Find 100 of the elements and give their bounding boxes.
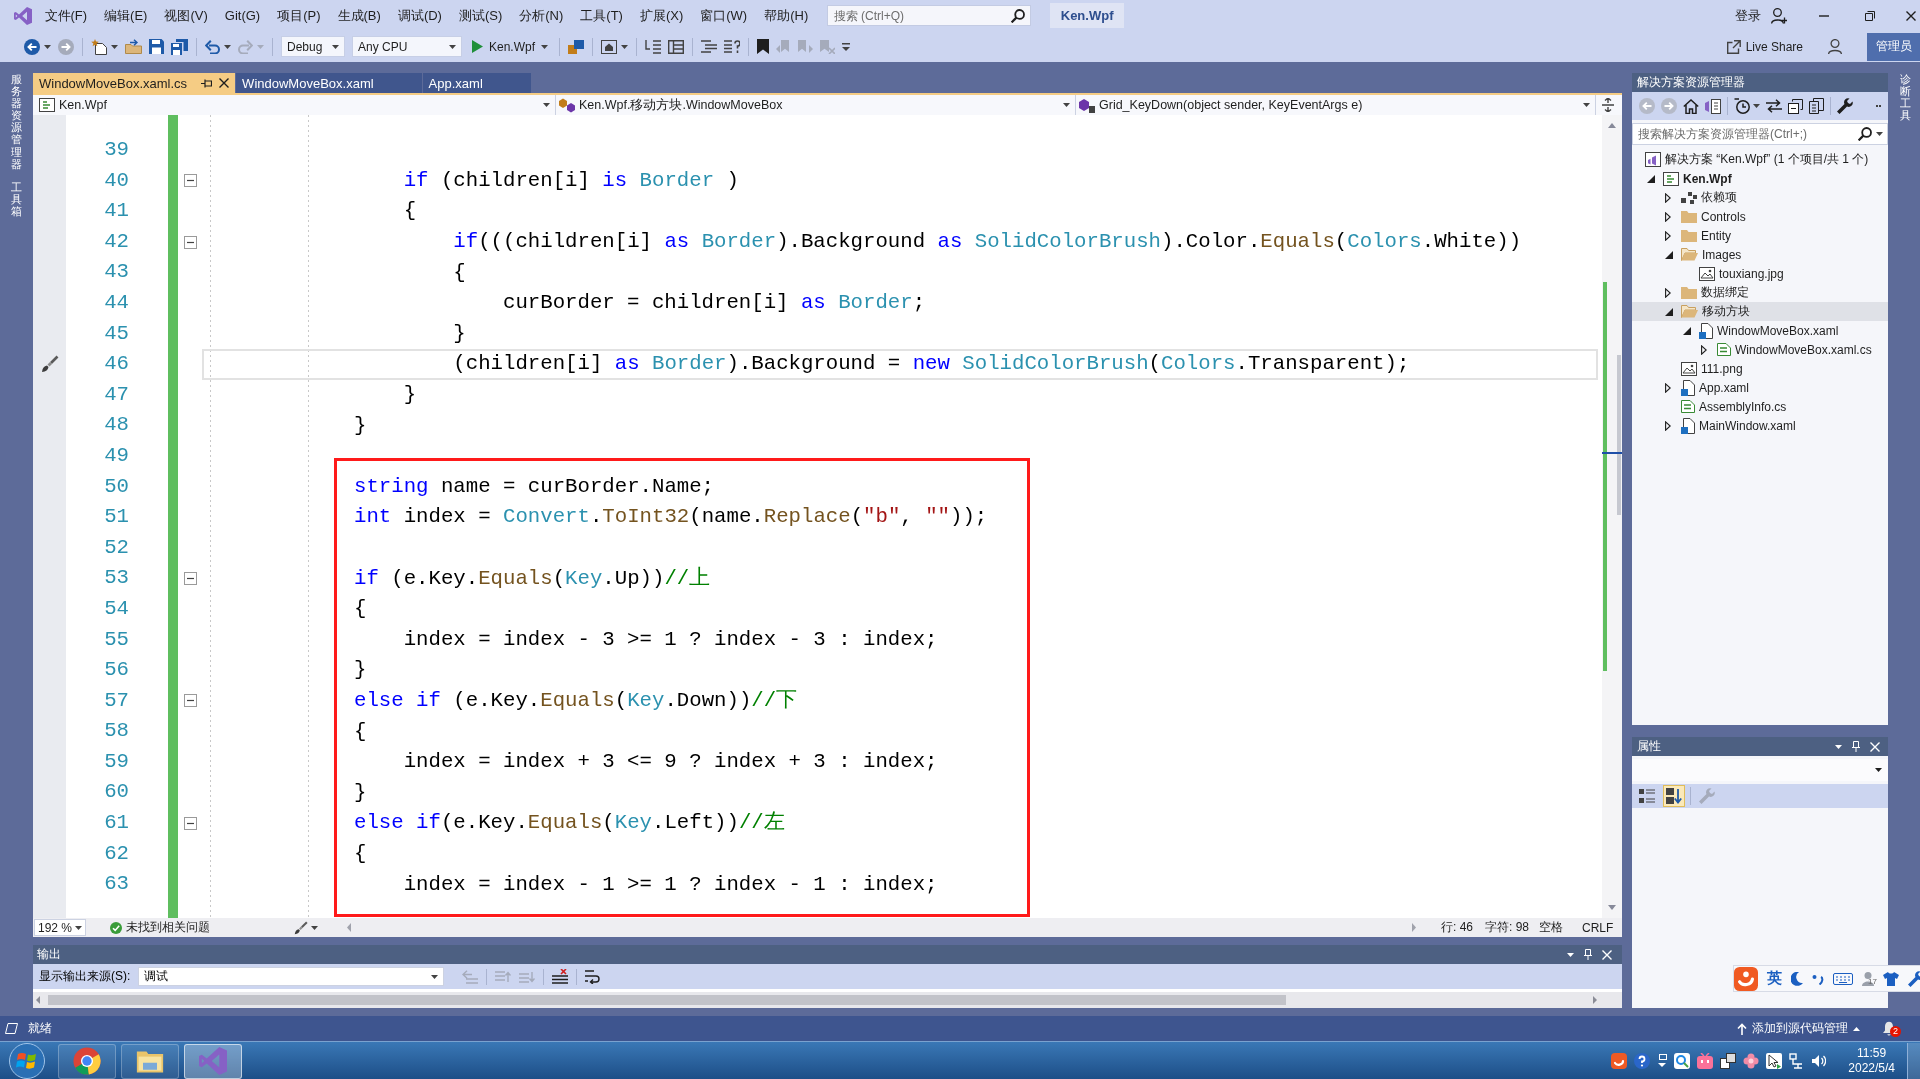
minus-box-icon[interactable] (183, 572, 197, 586)
taskbar-button[interactable] (58, 1043, 116, 1079)
clock-time[interactable]: 11:59 (1857, 1046, 1887, 1061)
floppy-disks-icon[interactable] (171, 38, 188, 55)
taskbar-button[interactable] (184, 1043, 242, 1079)
hollow-triangle-icon[interactable] (1665, 230, 1671, 241)
tree-item[interactable]: MainWindow.xaml (1632, 416, 1888, 435)
menu-item[interactable]: 扩展(X) (631, 2, 692, 29)
search-field[interactable]: 搜索解决方案资源管理器(Ctrl+;) (1632, 123, 1888, 145)
moon-icon[interactable] (1791, 971, 1803, 986)
punctuation-icon[interactable] (1812, 972, 1824, 985)
taskbar-button[interactable] (121, 1043, 179, 1079)
close-icon[interactable] (1906, 10, 1916, 21)
documents-icon[interactable] (1809, 98, 1824, 114)
tree-item[interactable]: App.xaml (1632, 378, 1888, 397)
live-share-button[interactable]: Live Share (1726, 39, 1803, 54)
menu-item[interactable]: 生成(B) (329, 2, 390, 29)
platform-dropdown[interactable]: Any CPU (352, 36, 462, 57)
person-plus-icon[interactable] (1771, 7, 1787, 24)
indent-lines-icon[interactable] (645, 39, 662, 54)
start-orb-icon[interactable] (9, 1043, 45, 1079)
caret-icon[interactable] (111, 44, 118, 49)
pin-icon[interactable] (201, 78, 213, 88)
clock-date[interactable]: 2022/5/4 (1848, 1061, 1895, 1076)
split-arrows-icon[interactable] (1602, 98, 1614, 112)
search-icon[interactable] (1010, 9, 1025, 23)
check-circle-icon[interactable] (110, 921, 122, 934)
two-arrows-icon[interactable] (1766, 99, 1782, 113)
filled-triangle-icon[interactable] (1683, 326, 1691, 335)
minus-box-icon[interactable] (183, 816, 197, 830)
restore-icon[interactable] (1865, 10, 1875, 21)
tree-item[interactable]: 数据绑定 (1632, 283, 1888, 302)
shirt-icon[interactable] (1883, 971, 1899, 986)
paintbrush-icon[interactable] (294, 920, 308, 935)
tree-item[interactable]: 移动方块 (1632, 302, 1888, 321)
menu-item[interactable]: 帮助(H) (755, 2, 817, 29)
filled-triangle-icon[interactable] (1665, 250, 1673, 259)
caret-icon[interactable] (1835, 744, 1842, 749)
side-tab[interactable]: 工具箱 (11, 180, 22, 218)
document-tab[interactable]: App.xaml (422, 73, 531, 93)
window-caret-icon[interactable] (1657, 1054, 1668, 1068)
sort-button[interactable] (1663, 785, 1685, 807)
side-tab[interactable]: 服务器资源管理器 (11, 73, 22, 170)
input-mode[interactable]: 英 (1767, 969, 1782, 988)
menu-item[interactable]: 窗口(W) (691, 2, 756, 29)
stacked-windows-icon[interactable] (1788, 98, 1803, 114)
side-tab[interactable]: 诊断工具 (1899, 73, 1911, 122)
hollow-triangle-icon[interactable] (1665, 211, 1671, 222)
bookmark-icon[interactable] (757, 39, 770, 54)
stacked-squares-icon[interactable] (568, 39, 585, 54)
menu-item[interactable]: 分析(N) (510, 2, 572, 29)
caret-icon[interactable] (621, 44, 629, 49)
horizontal-scrollbar[interactable] (33, 992, 1622, 1008)
menu-item[interactable]: Git(G) (216, 4, 269, 27)
tv-tile-icon[interactable] (1697, 1053, 1714, 1069)
caret-icon[interactable] (311, 925, 318, 930)
hollow-triangle-icon[interactable] (1665, 420, 1671, 431)
source-control-button[interactable]: 添加到源代码管理 (1737, 1020, 1860, 1037)
logo-tile-icon[interactable] (1734, 966, 1758, 991)
zoom-dropdown[interactable]: 192 % (34, 919, 86, 936)
hollow-triangle-icon[interactable] (1665, 382, 1671, 393)
search-field[interactable]: 搜索 (Ctrl+Q) (826, 5, 1031, 26)
magnifier-tile-icon[interactable] (1674, 1053, 1691, 1069)
hollow-triangle-icon[interactable] (1701, 344, 1707, 355)
hollow-triangle-icon[interactable] (1665, 287, 1671, 298)
tree-item[interactable]: Ken.Wpf (1632, 169, 1888, 188)
grid-lines-icon[interactable] (668, 39, 685, 54)
logo-document-icon[interactable] (1705, 98, 1721, 114)
wrench-icon[interactable] (1908, 970, 1920, 987)
tree-item[interactable]: 依赖项 (1632, 188, 1888, 207)
issues-status[interactable]: 未找到相关问题 (126, 919, 210, 936)
caret-icon[interactable] (1876, 132, 1883, 136)
menu-item[interactable]: 测试(S) (450, 2, 511, 29)
filled-triangle-icon[interactable] (1647, 174, 1655, 183)
account-button[interactable]: 管理员 (1867, 32, 1920, 61)
document-tab[interactable]: WindowMoveBox.xaml (236, 73, 422, 93)
overflow-caret-icon[interactable] (842, 42, 851, 51)
wrap-arrow-icon[interactable] (585, 969, 602, 984)
keyboard-icon[interactable] (1833, 972, 1853, 985)
lines-question-icon[interactable] (724, 40, 741, 53)
document-tab[interactable]: WindowMoveBox.xaml.cs (33, 73, 236, 93)
menu-item[interactable]: 文件(F) (36, 2, 96, 29)
sign-in-link[interactable]: 登录 (1735, 6, 1761, 25)
minimize-icon[interactable] (1819, 14, 1829, 17)
start-button[interactable]: Ken.Wpf (469, 39, 552, 54)
close-icon[interactable] (219, 78, 230, 88)
minus-box-icon[interactable] (183, 694, 197, 708)
caret-icon[interactable] (44, 44, 51, 49)
tree-item[interactable]: 111.png (1632, 359, 1888, 378)
speaker-icon[interactable] (1812, 1054, 1827, 1068)
line-ending-indicator[interactable]: CRLF (1582, 920, 1614, 935)
tree-item[interactable]: AssemblyInfo.cs (1632, 397, 1888, 416)
tree-item[interactable]: WindowMoveBox.xaml (1632, 321, 1888, 340)
logo-tile-icon[interactable] (1611, 1053, 1628, 1069)
person-icon[interactable] (1828, 39, 1842, 54)
indentation-indicator[interactable]: 空格 (1539, 919, 1564, 936)
tree-item[interactable]: Controls (1632, 207, 1888, 226)
caret-icon[interactable] (224, 44, 231, 49)
search-icon[interactable] (1858, 127, 1872, 141)
menu-item[interactable]: 视图(V) (155, 2, 217, 29)
